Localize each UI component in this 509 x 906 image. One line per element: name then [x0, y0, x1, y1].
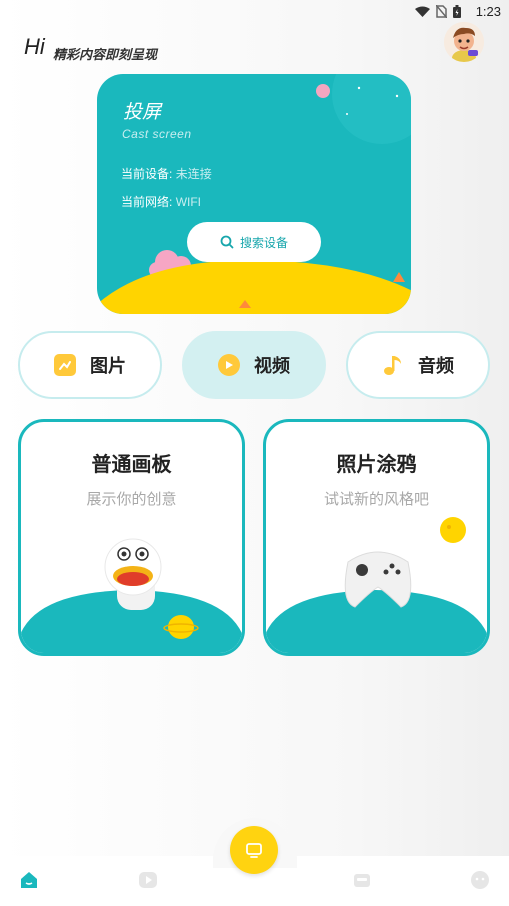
nav-home[interactable] — [19, 870, 39, 890]
wifi-icon — [415, 6, 430, 17]
current-network-row: 当前网络: WIFI — [121, 193, 201, 210]
network-value: WIFI — [175, 195, 202, 209]
category-audio-label: 音频 — [418, 356, 454, 376]
greeting: Hi — [24, 34, 45, 59]
photo-doodle-illustration — [266, 517, 487, 653]
category-images-label: 图片 — [90, 356, 126, 376]
music-note-icon — [382, 354, 404, 376]
avatar[interactable] — [444, 22, 484, 62]
nav-profile[interactable] — [470, 870, 490, 890]
category-images-button[interactable]: 图片 — [18, 331, 162, 399]
cast-card[interactable]: 投屏 Cast screen 当前设备: 未连接 当前网络: WIFI 搜索设备 — [97, 74, 411, 314]
image-icon — [54, 354, 76, 376]
play-icon — [218, 354, 240, 376]
device-label: 当前设备: — [121, 167, 173, 181]
tagline: 精彩内容即刻呈现 — [53, 47, 158, 62]
toolbox-icon — [354, 874, 370, 887]
category-videos-button[interactable]: 视频 — [182, 331, 326, 399]
normal-board-illustration — [21, 538, 242, 653]
status-icons — [415, 5, 461, 18]
status-time: 1:23 — [475, 4, 501, 19]
normal-board-card[interactable]: 普通画板 展示你的创意 — [18, 419, 245, 656]
cast-center-icon — [246, 843, 262, 858]
category-videos-label: 视频 — [254, 356, 290, 376]
nav-toolbox[interactable] — [352, 870, 372, 890]
battery-icon — [453, 5, 461, 18]
home-icon — [21, 872, 37, 888]
search-devices-label: 搜索设备 — [239, 235, 288, 250]
current-device-row: 当前设备: 未连接 — [121, 165, 212, 182]
no-sim-icon — [436, 5, 447, 18]
cast-fab-button[interactable] — [230, 826, 278, 874]
cast-subtitle: Cast screen — [122, 127, 192, 141]
search-icon — [220, 235, 234, 249]
category-audio-button[interactable]: 音频 — [346, 331, 490, 399]
nav-play[interactable] — [138, 870, 158, 890]
photo-doodle-card[interactable]: 照片涂鸦 试试新的风格吧 — [263, 419, 490, 656]
cast-title: 投屏 — [123, 102, 162, 123]
status-bar: 1:23 — [0, 0, 509, 24]
play-tab-icon — [139, 872, 157, 888]
cartoon-avatar-icon — [444, 22, 484, 62]
profile-face-icon — [471, 871, 489, 889]
device-value: 未连接 — [175, 167, 212, 181]
search-devices-button[interactable]: 搜索设备 — [187, 222, 321, 262]
network-label: 当前网络: — [121, 195, 173, 209]
